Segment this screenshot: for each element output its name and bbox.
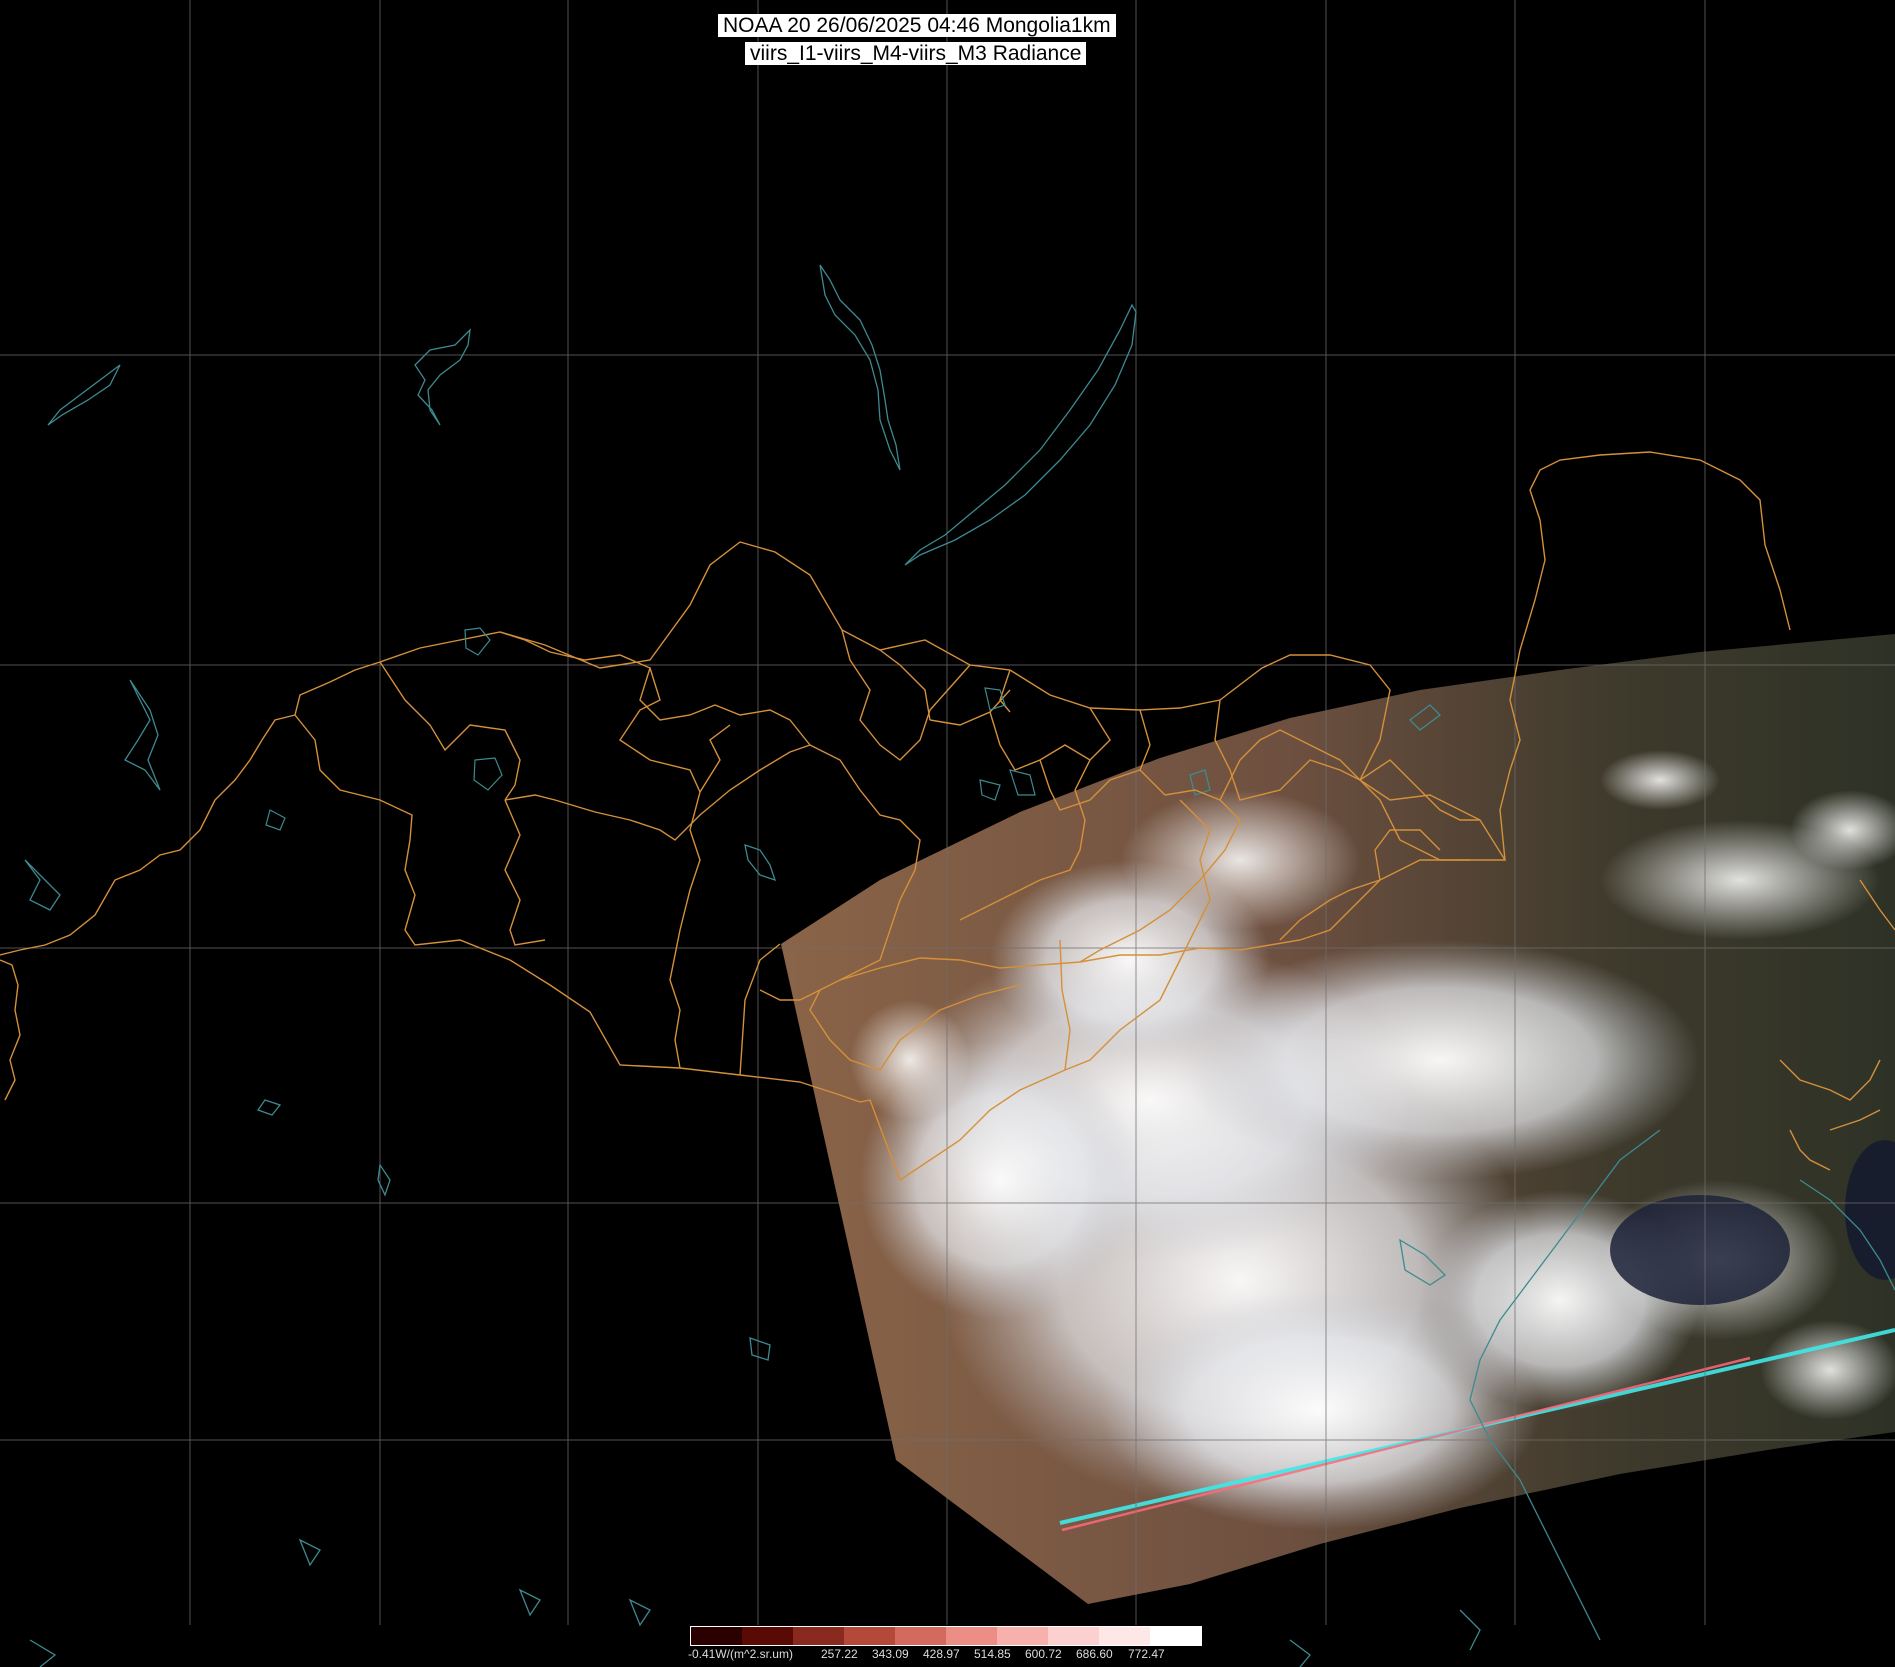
satellite-map — [0, 0, 1895, 1667]
colorbar-tick-label: 514.85 — [974, 1647, 1011, 1661]
colorbar-min-label: -0.41W/(m^2.sr.um) — [688, 1647, 793, 1661]
map-title-line-1: NOAA 20 26/06/2025 04:46 Mongolia1km — [718, 14, 1116, 37]
colorbar-tick-label: 257.22 — [821, 1647, 858, 1661]
colorbar-segment — [997, 1627, 1048, 1645]
colorbar: -0.41W/(m^2.sr.um) 257.22 343.09 428.97 … — [688, 1624, 1204, 1664]
colorbar-tick-label: 343.09 — [872, 1647, 909, 1661]
colorbar-segment — [946, 1627, 997, 1645]
colorbar-tick-label: 428.97 — [923, 1647, 960, 1661]
colorbar-labels: -0.41W/(m^2.sr.um) 257.22 343.09 428.97 … — [688, 1646, 1204, 1664]
colorbar-tick-label: 686.60 — [1076, 1647, 1113, 1661]
colorbar-segment — [844, 1627, 895, 1645]
colorbar-segment — [742, 1627, 793, 1645]
colorbar-segment — [1099, 1627, 1150, 1645]
colorbar-segment — [691, 1627, 742, 1645]
map-title-line-2: viirs_I1-viirs_M4-viirs_M3 Radiance — [745, 42, 1087, 65]
colorbar-segment — [793, 1627, 844, 1645]
colorbar-segment — [895, 1627, 946, 1645]
colorbar-ramp — [690, 1626, 1202, 1646]
colorbar-segment — [1048, 1627, 1099, 1645]
colorbar-tick-label: 600.72 — [1025, 1647, 1062, 1661]
colorbar-tick-label: 772.47 — [1128, 1647, 1165, 1661]
colorbar-segment — [1150, 1627, 1201, 1645]
satellite-swath — [781, 634, 1895, 1604]
